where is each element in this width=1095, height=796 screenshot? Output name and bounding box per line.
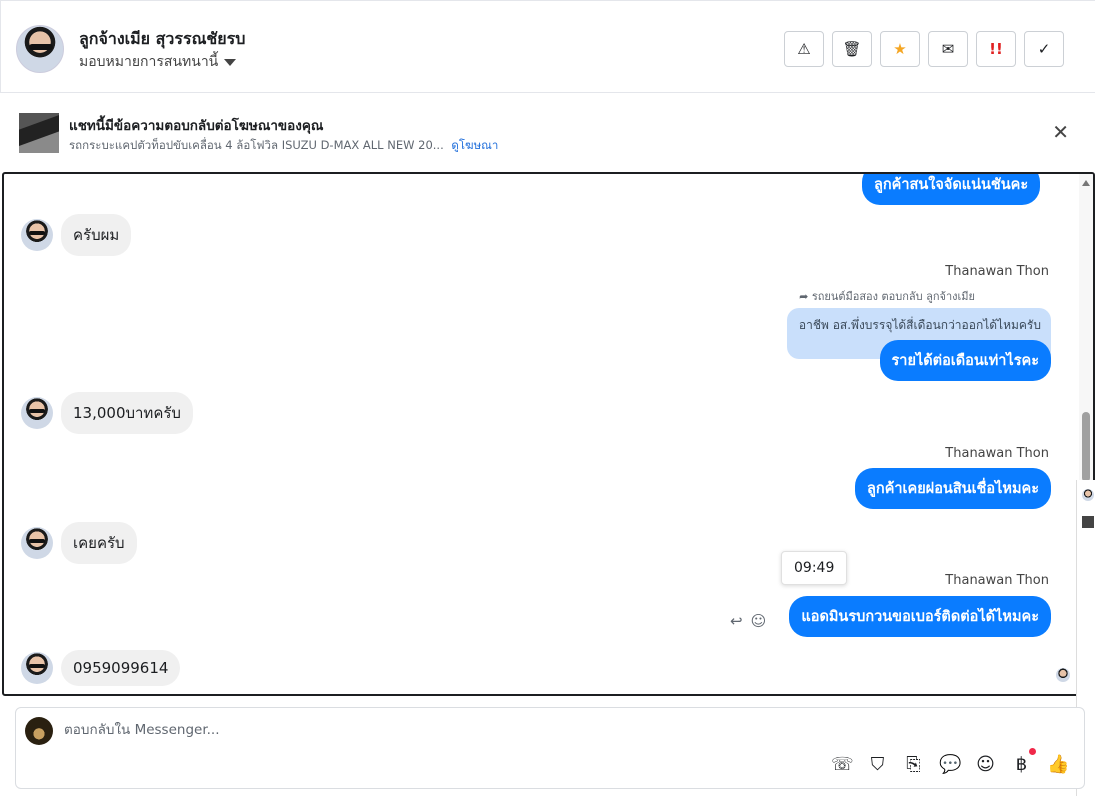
shopping-bag-icon[interactable]: ⛉ bbox=[867, 754, 888, 775]
thumbs-up-icon[interactable]: 👍 bbox=[1047, 754, 1069, 775]
ad-thumbnail bbox=[1082, 516, 1094, 528]
assign-label: มอบหมายการสนทนานี้ bbox=[79, 54, 219, 70]
incoming-message-row: ครับผม bbox=[21, 214, 132, 256]
phone-add-icon[interactable]: ☏ bbox=[831, 754, 854, 775]
scrollbar-thumb[interactable] bbox=[1082, 412, 1090, 482]
seen-indicator-avatar bbox=[1056, 668, 1070, 682]
view-ad-link[interactable]: ดูโฆษณา bbox=[451, 138, 498, 152]
ad-banner-subtitle: รถกระบะแคปตัวท็อปขับเคลื่อน 4 ล้อโฟวิล I… bbox=[69, 137, 498, 155]
ad-banner-title: แชทนี้มีข้อความตอบกลับต่อโฆษณาของคุณ bbox=[69, 118, 324, 134]
inbox-chat-view: ลูกจ้างเมีย สุวรรณชัยรบ มอบหมายการสนทนาน… bbox=[0, 0, 1095, 796]
important-icon: !! bbox=[989, 40, 1003, 58]
warning-button[interactable]: ⚠ bbox=[784, 31, 824, 67]
message-thread[interactable]: ลูกค้าสนใจจัดแน่นชันคะ ครับผม Thanawan T… bbox=[2, 172, 1095, 696]
sender-name: Thanawan Thon bbox=[945, 573, 1049, 588]
react-emoji-icon[interactable]: ☺ bbox=[751, 612, 767, 630]
delete-button[interactable]: 🗑 bbox=[832, 31, 872, 67]
avatar[interactable] bbox=[21, 219, 53, 251]
incoming-message[interactable]: 0959099614 bbox=[61, 650, 181, 686]
page-avatar bbox=[25, 717, 53, 745]
incoming-message-row: 13,000บาทครับ bbox=[21, 392, 193, 434]
contact-avatar[interactable] bbox=[16, 25, 64, 73]
header-actions: ⚠ 🗑 ★ ✉ !! ✓ bbox=[784, 31, 1064, 67]
baht-icon[interactable]: ฿ bbox=[1011, 748, 1036, 775]
outgoing-message[interactable]: ลูกค้าเคยผ่อนสินเชื่อไหมคะ bbox=[855, 468, 1051, 509]
important-button[interactable]: !! bbox=[976, 31, 1016, 67]
ad-reply-banner: แชทนี้มีข้อความตอบกลับต่อโฆษณาของคุณ รถก… bbox=[0, 94, 1095, 172]
message-composer: ☏ ⛉ ⎘ 💬 ☺ ฿ 👍 bbox=[15, 707, 1085, 789]
ad-description: รถกระบะแคปตัวท็อปขับเคลื่อน 4 ล้อโฟวิล I… bbox=[69, 138, 444, 152]
star-icon: ★ bbox=[893, 40, 907, 58]
reply-context-text: รถยนต์มือสอง ตอบกลับ ลูกจ้างเมีย bbox=[811, 290, 975, 303]
trash-icon: 🗑 bbox=[842, 40, 862, 58]
check-icon: ✓ bbox=[1037, 40, 1051, 58]
incoming-message[interactable]: 13,000บาทครับ bbox=[61, 392, 193, 434]
incoming-message-row: เคยครับ bbox=[21, 522, 137, 564]
reply-arrow-icon: ➦ bbox=[799, 290, 809, 303]
reply-context: ➦ รถยนต์มือสอง ตอบกลับ ลูกจ้างเมีย bbox=[799, 287, 975, 305]
paperclip-icon[interactable]: ⎘ bbox=[903, 754, 924, 775]
chat-header: ลูกจ้างเมีย สุวรรณชัยรบ มอบหมายการสนทนาน… bbox=[0, 0, 1095, 93]
mail-icon: ✉ bbox=[941, 40, 955, 58]
sender-name: Thanawan Thon bbox=[945, 446, 1049, 461]
warning-icon: ⚠ bbox=[797, 40, 811, 58]
outgoing-message[interactable]: ลูกค้าสนใจจัดแน่นชันคะ bbox=[862, 174, 1041, 205]
caret-down-icon bbox=[224, 58, 237, 66]
scroll-up-arrow-icon[interactable] bbox=[1082, 180, 1090, 186]
assign-conversation-dropdown[interactable]: มอบหมายการสนทนานี้ bbox=[79, 51, 237, 73]
sender-name: Thanawan Thon bbox=[945, 264, 1049, 279]
timestamp-tooltip: 09:49 bbox=[781, 551, 848, 585]
reply-icon[interactable]: ↩ bbox=[730, 612, 743, 630]
chat-bubble-icon[interactable]: 💬 bbox=[939, 754, 961, 775]
avatar[interactable] bbox=[21, 652, 53, 684]
reply-input[interactable] bbox=[64, 722, 764, 738]
message-tools: ↩ ☺ bbox=[730, 612, 766, 630]
close-icon[interactable]: ✕ bbox=[1052, 120, 1069, 144]
contact-name[interactable]: ลูกจ้างเมีย สุวรรณชัยรบ bbox=[79, 27, 245, 52]
notification-dot bbox=[1029, 748, 1036, 755]
ad-thumbnail bbox=[19, 113, 59, 153]
done-button[interactable]: ✓ bbox=[1024, 31, 1064, 67]
avatar[interactable] bbox=[1082, 489, 1094, 501]
incoming-message[interactable]: ครับผม bbox=[61, 214, 132, 256]
mark-unread-button[interactable]: ✉ bbox=[928, 31, 968, 67]
outgoing-message[interactable]: รายได้ต่อเดือนเท่าไรคะ bbox=[879, 340, 1051, 381]
incoming-message-row: 0959099614 bbox=[21, 650, 181, 686]
emoji-icon[interactable]: ☺ bbox=[975, 754, 996, 775]
star-button[interactable]: ★ bbox=[880, 31, 920, 67]
avatar[interactable] bbox=[21, 397, 53, 429]
avatar[interactable] bbox=[21, 527, 53, 559]
incoming-message[interactable]: เคยครับ bbox=[61, 522, 137, 564]
composer-toolbar: ☏ ⛉ ⎘ 💬 ☺ ฿ 👍 bbox=[831, 748, 1069, 775]
outgoing-message[interactable]: แอดมินรบกวนขอเบอร์ติดต่อได้ไหมคะ bbox=[789, 596, 1051, 637]
